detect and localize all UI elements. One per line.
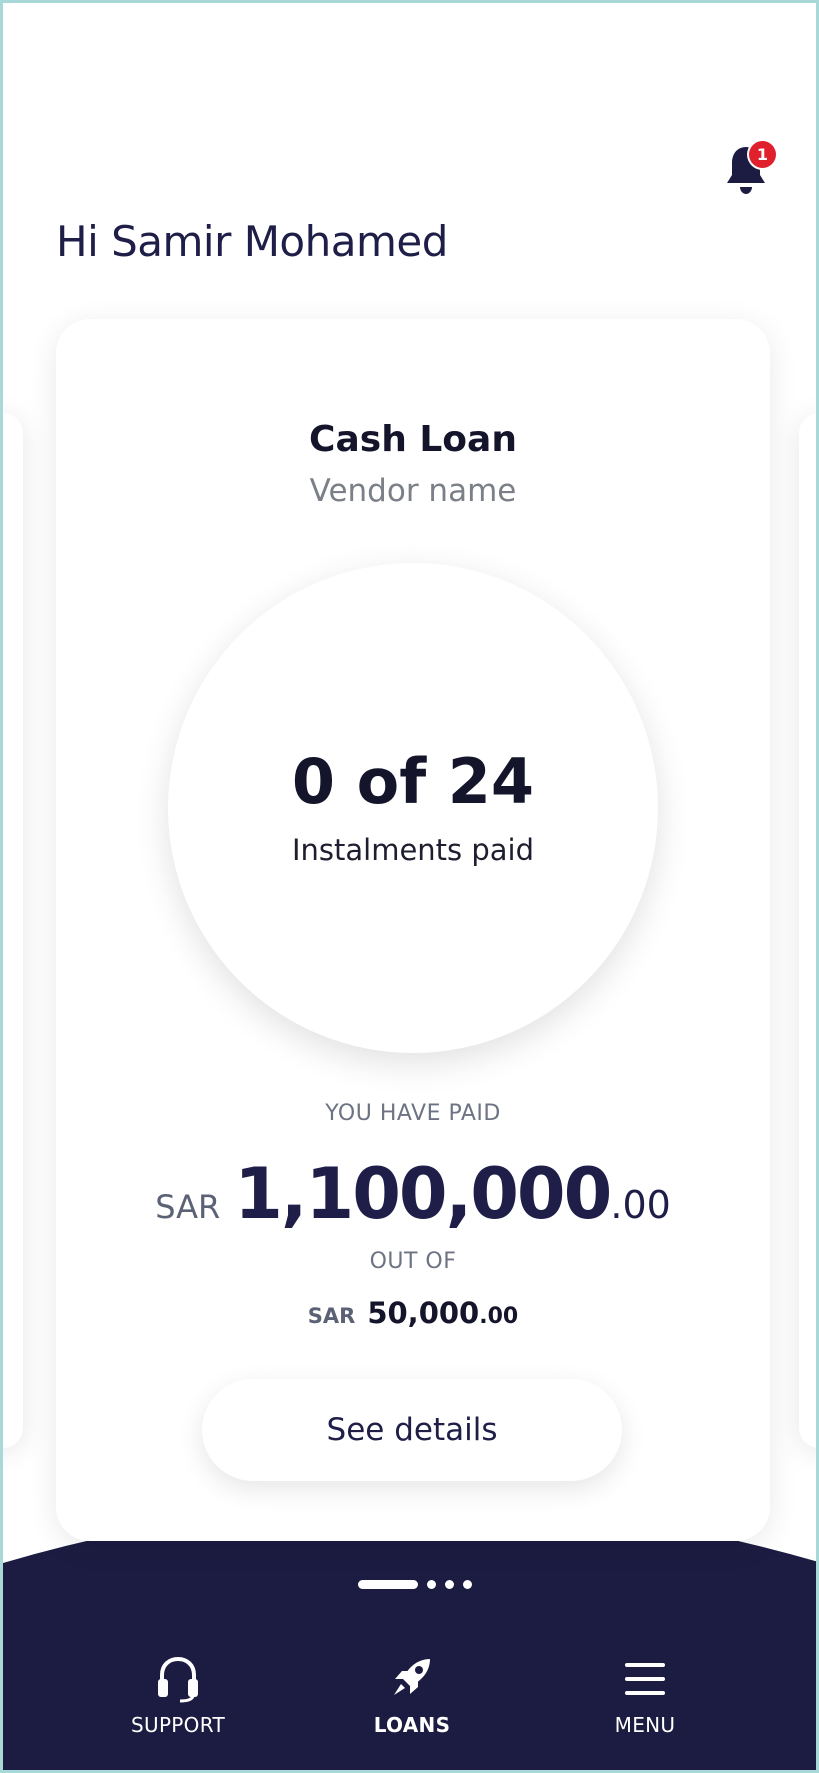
vendor-name: Vendor name (309, 473, 517, 509)
previous-loan-card[interactable] (3, 413, 23, 1448)
headset-icon (158, 1656, 198, 1703)
instalments-count: 0 of 24 (291, 745, 535, 818)
total-currency: SAR (307, 1304, 356, 1328)
paid-caption: YOU HAVE PAID (325, 1101, 501, 1126)
nav-label-support: SUPPORT (131, 1713, 225, 1737)
nav-label-menu: MENU (614, 1713, 676, 1737)
hamburger-menu-icon (625, 1663, 665, 1695)
notification-bell[interactable]: 1 (723, 141, 776, 197)
paid-currency: SAR (155, 1188, 221, 1226)
carousel-dot[interactable] (427, 1579, 436, 1589)
paid-amount-decimal: .00 (610, 1183, 671, 1227)
loan-title: Cash Loan (309, 419, 517, 460)
nav-item-support[interactable]: SUPPORT (98, 1655, 258, 1737)
see-details-button[interactable]: See details (202, 1379, 622, 1481)
instalments-progress-circle: 0 of 24 Instalments paid (168, 563, 658, 1053)
nav-item-loans[interactable]: LOANS (332, 1655, 492, 1737)
carousel-indicator (358, 1579, 472, 1589)
total-amount-whole: 50,000 (367, 1296, 480, 1330)
notification-badge: 1 (749, 141, 776, 168)
carousel-dot[interactable] (463, 1579, 472, 1589)
next-loan-card[interactable] (799, 413, 816, 1448)
instalments-label: Instalments paid (291, 833, 535, 867)
outof-caption: OUT OF (369, 1249, 457, 1274)
carousel-dot-active[interactable] (358, 1579, 418, 1589)
total-amount-decimal: .00 (479, 1304, 519, 1329)
nav-label-loans: LOANS (373, 1713, 451, 1737)
greeting-text: Hi Samir Mohamed (56, 217, 448, 266)
paid-amount-whole: 1,100,000 (234, 1153, 612, 1235)
carousel-dot[interactable] (445, 1579, 454, 1589)
nav-item-menu[interactable]: MENU (565, 1655, 725, 1737)
rocket-icon (394, 1659, 430, 1695)
paid-amount: SAR 1,100,000.00 (56, 1153, 770, 1235)
app-screen: 1 Hi Samir Mohamed SUPPORT LOANS MENU Ca… (0, 0, 819, 1773)
loan-card[interactable]: Cash Loan Vendor name 0 of 24 Instalment… (56, 319, 770, 1541)
total-amount: SAR 50,000.00 (56, 1296, 770, 1330)
